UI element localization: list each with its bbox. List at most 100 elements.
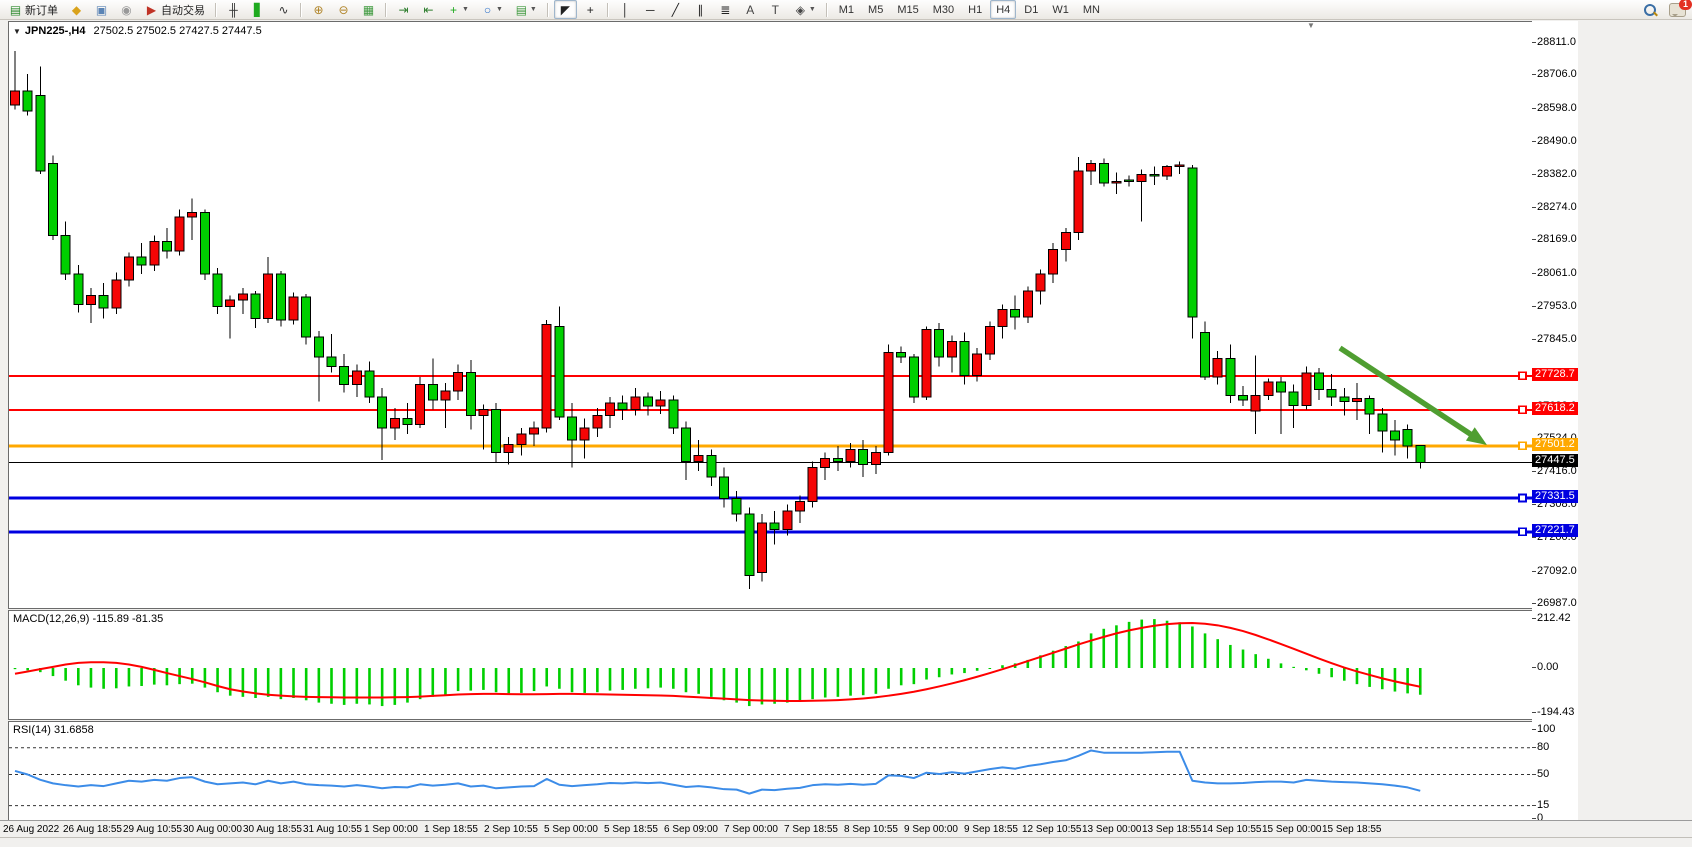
bar-chart-mode-icon: ╫ [227, 2, 240, 18]
signals-icon[interactable]: ◉ [115, 0, 138, 19]
periods-icon[interactable]: ○▼ [476, 0, 508, 19]
text-icon[interactable]: A [739, 0, 762, 19]
notifications-icon[interactable]: 1 [1669, 3, 1686, 17]
crosshair-icon: + [584, 2, 597, 18]
tile-windows-icon: ▦ [362, 2, 375, 18]
notification-badge: 1 [1679, 0, 1692, 10]
main-chart-panel[interactable]: ▼JPN225-,H427502.5 27502.5 27427.5 27447… [8, 21, 1533, 609]
timeframe-m1[interactable]: M1 [833, 0, 860, 19]
timeframe-h1[interactable]: H1 [962, 0, 988, 19]
layouts-icon: ◆ [70, 2, 83, 18]
price-axis: 28811.028706.028598.028490.028382.028274… [1532, 21, 1578, 821]
price-tick: 28811.0 [1537, 36, 1576, 48]
date-label: 31 Aug 10:55 [303, 824, 362, 835]
chart-title: ▼JPN225-,H427502.5 27502.5 27427.5 27447… [13, 25, 262, 37]
macd-tick: -194.43 [1537, 706, 1574, 718]
line-chart-mode-icon: ∿ [277, 2, 290, 18]
templates-icon: ▤ [515, 2, 528, 18]
timeframe-m30[interactable]: M30 [927, 0, 960, 19]
date-label: 26 Aug 18:55 [63, 824, 122, 835]
line-price-label: 27331.5 [1532, 490, 1578, 503]
autotrade-button[interactable]: ▶自动交易 [140, 0, 210, 19]
equidistant-channel-icon[interactable]: ∥ [689, 0, 712, 19]
price-tick: 26987.0 [1537, 597, 1577, 609]
candlestick-mode-icon[interactable]: ▋ [247, 0, 270, 19]
macd-label: MACD(12,26,9) -115.89 -81.35 [13, 613, 163, 625]
line-chart-mode-icon[interactable]: ∿ [272, 0, 295, 19]
charts-window-icon: ▣ [95, 2, 108, 18]
timeframe-m15[interactable]: M15 [891, 0, 924, 19]
rsi-tick: 15 [1537, 799, 1549, 811]
auto-scroll-icon: ⇥ [397, 2, 410, 18]
price-tick: 28169.0 [1537, 233, 1577, 245]
timeframe-h4[interactable]: H4 [990, 0, 1016, 19]
hline-marker-27331.5[interactable] [1519, 495, 1526, 502]
periods-icon: ○ [481, 2, 494, 18]
autotrade-button-label: 自动交易 [161, 2, 205, 18]
crosshair-icon[interactable]: + [579, 0, 602, 19]
fibonacci-icon: ≣ [719, 2, 732, 18]
chart-shift-icon[interactable]: ⇤ [417, 0, 440, 19]
equidistant-channel-icon: ∥ [694, 2, 707, 18]
line-price-label: 27618.2 [1532, 402, 1578, 415]
arrows-icon[interactable]: ◈▼ [789, 0, 821, 19]
new-order-icon: ▤ [9, 2, 22, 18]
search-icon[interactable] [1644, 4, 1657, 17]
signals-icon: ◉ [120, 2, 133, 18]
date-label: 9 Sep 00:00 [904, 824, 958, 835]
templates-icon[interactable]: ▤▼ [510, 0, 542, 19]
hline-marker-27221.7[interactable] [1519, 528, 1526, 535]
fibonacci-icon[interactable]: ≣ [714, 0, 737, 19]
cursor-icon[interactable]: ◤ [554, 0, 577, 19]
price-tick: 28061.0 [1537, 267, 1577, 279]
trend-arrow-object[interactable] [1340, 348, 1487, 445]
timeframe-mn[interactable]: MN [1077, 0, 1106, 19]
macd-panel[interactable]: MACD(12,26,9) -115.89 -81.35 [8, 610, 1533, 720]
window-right-margin [1579, 21, 1692, 820]
hline-marker-27728.7[interactable] [1519, 372, 1526, 379]
trendline-icon[interactable]: ╱ [664, 0, 687, 19]
metatrader-window: ▤新订单◆▣◉▶自动交易╫▋∿⊕⊖▦⇥⇤+▼○▼▤▼◤+│─╱∥≣AT◈▼M1M… [0, 0, 1692, 847]
symbol-label: JPN225-,H4 [25, 25, 86, 37]
toolbar-separator [300, 3, 302, 17]
price-tick: 28490.0 [1537, 135, 1577, 147]
rsi-panel[interactable]: RSI(14) 31.6858 [8, 721, 1533, 822]
trendline-icon: ╱ [669, 2, 682, 18]
zoom-out-icon[interactable]: ⊖ [332, 0, 355, 19]
date-label: 29 Aug 10:55 [123, 824, 182, 835]
bar-chart-mode-icon[interactable]: ╫ [222, 0, 245, 19]
text-label-icon[interactable]: T [764, 0, 787, 19]
new-order-button[interactable]: ▤新订单 [4, 0, 63, 19]
hline-marker-27618.2[interactable] [1519, 406, 1526, 413]
rsi-tick: 50 [1537, 768, 1549, 780]
timeframe-w1[interactable]: W1 [1046, 0, 1075, 19]
date-label: 6 Sep 09:00 [664, 824, 718, 835]
timeframe-m5[interactable]: M5 [862, 0, 889, 19]
chevron-down-icon: ▼ [809, 6, 816, 13]
date-label: 30 Aug 00:00 [183, 824, 242, 835]
line-price-label: 27501.2 [1532, 438, 1578, 451]
indicators-icon: + [447, 2, 460, 18]
horizontal-line-icon[interactable]: ─ [639, 0, 662, 19]
tile-windows-icon[interactable]: ▦ [357, 0, 380, 19]
symbol-dropdown-icon[interactable]: ▼ [13, 27, 21, 36]
vertical-line-icon[interactable]: │ [614, 0, 637, 19]
date-label: 30 Aug 18:55 [243, 824, 302, 835]
date-label: 2 Sep 10:55 [484, 824, 538, 835]
price-tick: 27845.0 [1537, 333, 1577, 345]
price-tick: 28598.0 [1537, 102, 1577, 114]
indicators-icon[interactable]: +▼ [442, 0, 474, 19]
rsi-tick: 100 [1537, 723, 1555, 735]
rsi-tick: 80 [1537, 741, 1549, 753]
timeframe-d1[interactable]: D1 [1018, 0, 1044, 19]
date-label: 12 Sep 10:55 [1022, 824, 1082, 835]
hline-marker-27501.2[interactable] [1519, 442, 1526, 449]
charts-window-icon[interactable]: ▣ [90, 0, 113, 19]
new-order-button-label: 新订单 [25, 2, 58, 18]
date-label: 15 Sep 18:55 [1322, 824, 1382, 835]
layouts-icon[interactable]: ◆ [65, 0, 88, 19]
zoom-in-icon[interactable]: ⊕ [307, 0, 330, 19]
line-price-label: 27728.7 [1532, 368, 1578, 381]
chart-shift-marker-icon[interactable]: ▼ [1307, 21, 1315, 30]
auto-scroll-icon[interactable]: ⇥ [392, 0, 415, 19]
